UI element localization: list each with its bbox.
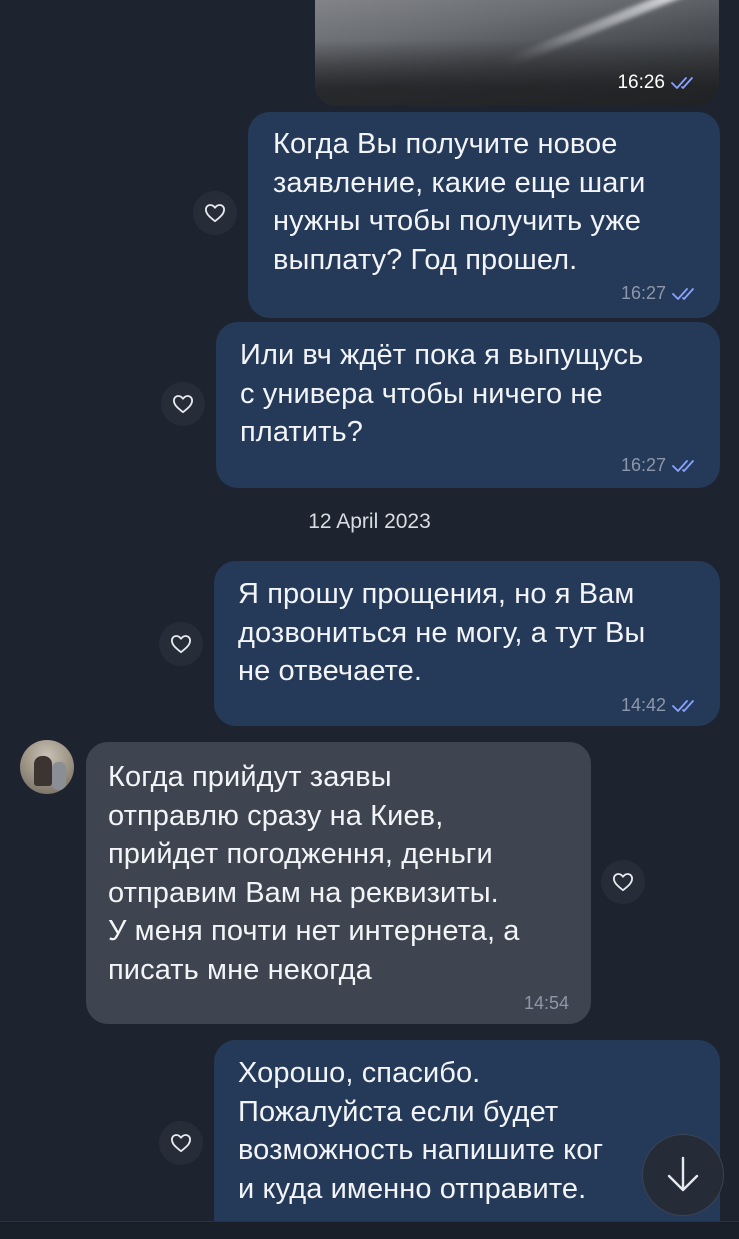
reaction-button[interactable] xyxy=(193,191,237,235)
message-text: Я прошу прощения, но я Вам дозвониться н… xyxy=(238,578,646,687)
message-text: Или вч ждёт пока я выпущусь с универа чт… xyxy=(240,339,644,448)
outgoing-message[interactable]: Хорошо, спасибо. Пожалуйста если будет в… xyxy=(214,1040,720,1221)
message-meta: 16:26 xyxy=(617,72,701,94)
message-time: 16:26 xyxy=(617,72,665,93)
message-meta: 14:54 xyxy=(524,993,569,1014)
arrow-down-icon xyxy=(667,1156,699,1192)
date-separator: 12 April 2023 xyxy=(0,510,739,534)
outgoing-message[interactable]: Или вч ждёт пока я выпущусь с универа чт… xyxy=(216,322,720,488)
message-text: Когда прийдут заявы отправлю сразу на Ки… xyxy=(108,761,520,986)
heart-outline-icon xyxy=(171,1134,191,1153)
outgoing-message[interactable]: Когда Вы получите новое заявление, какие… xyxy=(248,112,720,318)
date-label: 12 April 2023 xyxy=(308,510,431,533)
chat-history[interactable]: 16:26 Когда Вы получите новое заявление,… xyxy=(0,0,739,1221)
outgoing-message[interactable]: Я прошу прощения, но я Вам дозвониться н… xyxy=(214,561,720,726)
reaction-button[interactable] xyxy=(159,1121,203,1165)
heart-outline-icon xyxy=(205,204,225,223)
heart-outline-icon xyxy=(613,873,633,892)
reaction-button[interactable] xyxy=(159,622,203,666)
message-time: 14:54 xyxy=(523,993,569,1013)
message-meta: 14:42 xyxy=(621,695,702,716)
double-check-icon xyxy=(672,459,694,472)
message-text: Когда Вы получите новое заявление, какие… xyxy=(273,128,646,276)
photo-message[interactable]: 16:26 xyxy=(315,0,719,106)
message-text: Хорошо, спасибо. Пожалуйста если будет в… xyxy=(238,1057,604,1205)
heart-outline-icon xyxy=(173,395,193,414)
scroll-to-bottom-button[interactable] xyxy=(642,1134,724,1216)
double-check-icon xyxy=(672,699,694,712)
reaction-button[interactable] xyxy=(161,382,205,426)
incoming-message[interactable]: Когда прийдут заявы отправлю сразу на Ки… xyxy=(86,742,591,1024)
heart-outline-icon xyxy=(171,635,191,654)
bottom-bar xyxy=(0,1221,739,1239)
reaction-button[interactable] xyxy=(601,860,645,904)
message-time: 14:42 xyxy=(620,695,666,715)
message-time: 16:27 xyxy=(620,283,666,303)
double-check-icon xyxy=(671,77,693,89)
message-meta: 16:27 xyxy=(621,283,702,304)
message-time: 16:27 xyxy=(620,455,666,475)
double-check-icon xyxy=(672,287,694,300)
sender-avatar[interactable] xyxy=(20,740,74,794)
message-meta: 16:27 xyxy=(621,455,702,476)
